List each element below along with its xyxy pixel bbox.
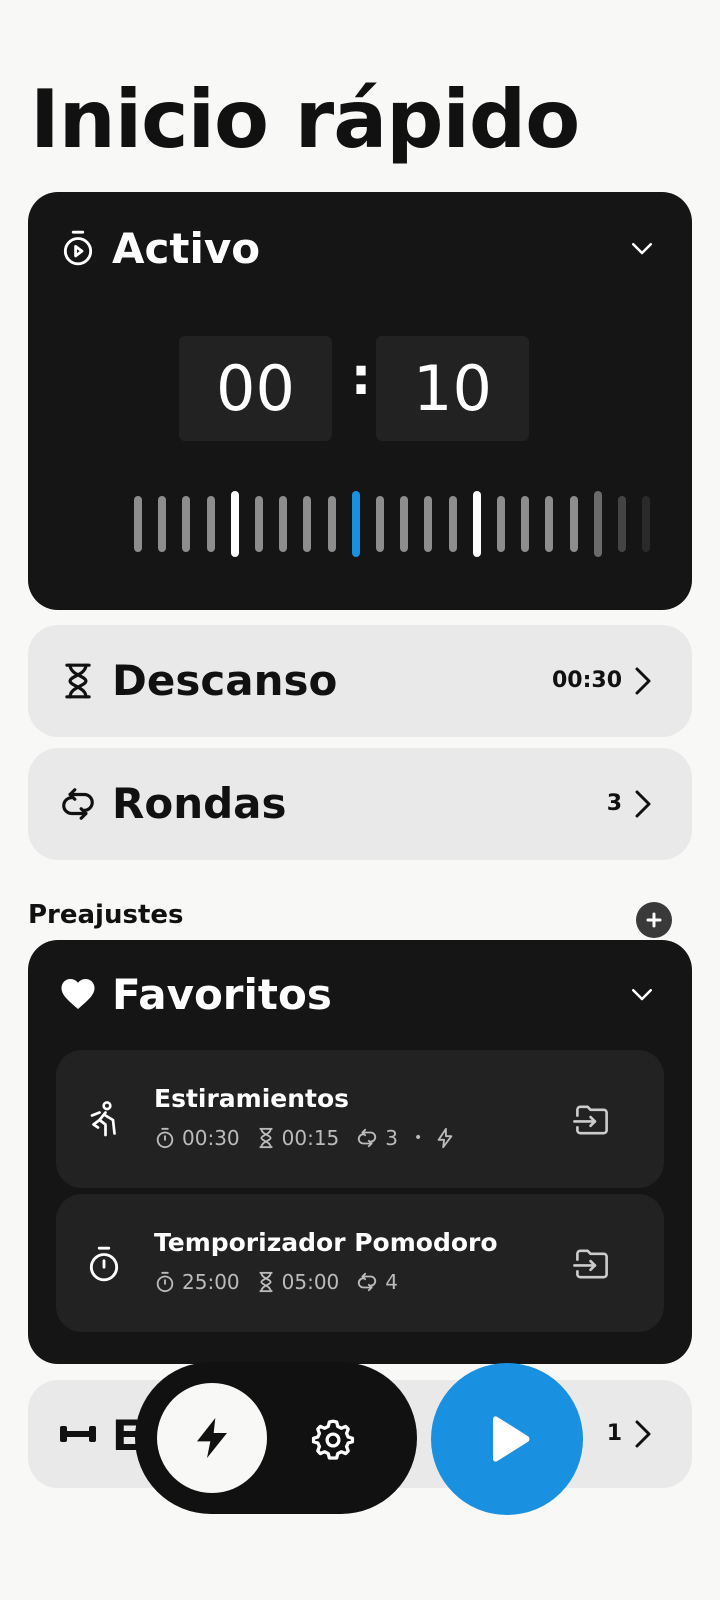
favorites-card: Favoritos Estiramientos 00:30 00:15 3 • xyxy=(28,940,692,1364)
ruler-tick xyxy=(230,491,239,557)
presets-heading: Preajustes xyxy=(28,900,184,930)
minutes-display[interactable]: 00 xyxy=(179,336,332,441)
rest-label: Descanso xyxy=(112,656,338,705)
repeat-icon xyxy=(58,784,98,824)
preset-rest-time: 00:15 xyxy=(281,1126,340,1150)
active-label: Activo xyxy=(112,223,261,273)
play-icon xyxy=(493,1416,530,1462)
load-preset-icon[interactable] xyxy=(572,1100,612,1140)
rounds-row[interactable]: Rondas 3 xyxy=(28,748,692,860)
add-preset-button[interactable] xyxy=(636,902,672,938)
lightning-icon xyxy=(437,1127,453,1149)
ruler-tick xyxy=(424,496,433,552)
rest-row[interactable]: Descanso 00:30 xyxy=(28,625,692,737)
lightning-icon xyxy=(197,1418,227,1458)
time-separator: : xyxy=(350,347,372,407)
ruler-tick xyxy=(134,496,142,552)
preset-rounds: 3 xyxy=(385,1126,399,1150)
rest-value: 00:30 xyxy=(551,668,622,693)
ruler-tick xyxy=(545,496,554,552)
separator-dot: • xyxy=(414,1130,423,1146)
stretching-person-icon xyxy=(84,1100,124,1140)
ruler-tick xyxy=(642,496,651,552)
repeat-icon xyxy=(358,1272,377,1292)
plus-icon xyxy=(646,912,662,928)
ruler-tick xyxy=(593,491,602,557)
stopwatch-icon xyxy=(84,1244,124,1284)
ruler-tick xyxy=(400,496,409,552)
chevron-right-icon xyxy=(630,663,656,699)
ruler-tick xyxy=(255,496,263,552)
ruler-tick xyxy=(206,496,215,552)
preset-rounds: 4 xyxy=(385,1270,399,1294)
preset-active-time: 25:00 xyxy=(182,1270,240,1294)
hourglass-icon xyxy=(58,661,98,701)
preset-active-time: 00:30 xyxy=(182,1126,240,1150)
ruler-tick xyxy=(182,496,191,552)
ruler-tick xyxy=(569,496,578,552)
dumbbell-icon xyxy=(58,1414,98,1454)
page-title: Inicio rápido xyxy=(30,73,580,166)
ruler-tick xyxy=(279,496,288,552)
active-header[interactable]: Activo xyxy=(58,218,260,278)
ruler-tick xyxy=(472,491,481,557)
chevron-right-icon xyxy=(630,786,656,822)
preset-item[interactable]: Temporizador Pomodoro 25:00 05:00 4 xyxy=(56,1194,664,1332)
preset-details: 25:00 05:00 4 xyxy=(154,1270,408,1294)
stopwatch-icon xyxy=(156,1127,174,1149)
hourglass-icon xyxy=(259,1127,273,1149)
favorites-header[interactable]: Favoritos xyxy=(58,964,332,1024)
favorites-label: Favoritos xyxy=(112,969,332,1019)
quick-start-button[interactable] xyxy=(157,1383,267,1493)
ruler-tick xyxy=(158,496,167,552)
rounds-label: Rondas xyxy=(112,779,287,828)
repeat-icon xyxy=(358,1128,377,1148)
preset-name: Temporizador Pomodoro xyxy=(154,1228,498,1257)
stopwatch-play-icon xyxy=(58,228,98,268)
stopwatch-icon xyxy=(156,1271,174,1293)
heart-icon xyxy=(58,974,98,1014)
preset-name: Estiramientos xyxy=(154,1084,350,1113)
collapse-chevron-icon[interactable] xyxy=(622,228,662,268)
ruler-tick xyxy=(376,496,384,552)
ruler-tick xyxy=(327,496,336,552)
ruler-tick xyxy=(497,496,505,552)
load-preset-icon[interactable] xyxy=(572,1244,612,1284)
exercises-value: 1 xyxy=(606,1421,622,1446)
rounds-value: 3 xyxy=(606,791,622,816)
preset-item[interactable]: Estiramientos 00:30 00:15 3 • xyxy=(56,1050,664,1188)
active-timer-card: Activo 00 : 10 xyxy=(28,192,692,610)
collapse-chevron-icon[interactable] xyxy=(622,974,662,1014)
bottom-dock xyxy=(135,1362,417,1514)
seconds-display[interactable]: 10 xyxy=(376,336,529,441)
ruler-tick xyxy=(351,491,360,557)
settings-gear-icon[interactable] xyxy=(311,1418,355,1462)
preset-details: 00:30 00:15 3 • xyxy=(154,1126,456,1150)
ruler-tick xyxy=(618,496,626,552)
ruler-tick xyxy=(521,496,530,552)
time-ruler-slider[interactable] xyxy=(134,488,684,560)
preset-rest-time: 05:00 xyxy=(281,1270,340,1294)
chevron-right-icon xyxy=(630,1416,656,1452)
ruler-tick xyxy=(303,496,312,552)
ruler-tick xyxy=(448,496,457,552)
hourglass-icon xyxy=(259,1271,273,1293)
start-play-button[interactable] xyxy=(431,1363,583,1515)
